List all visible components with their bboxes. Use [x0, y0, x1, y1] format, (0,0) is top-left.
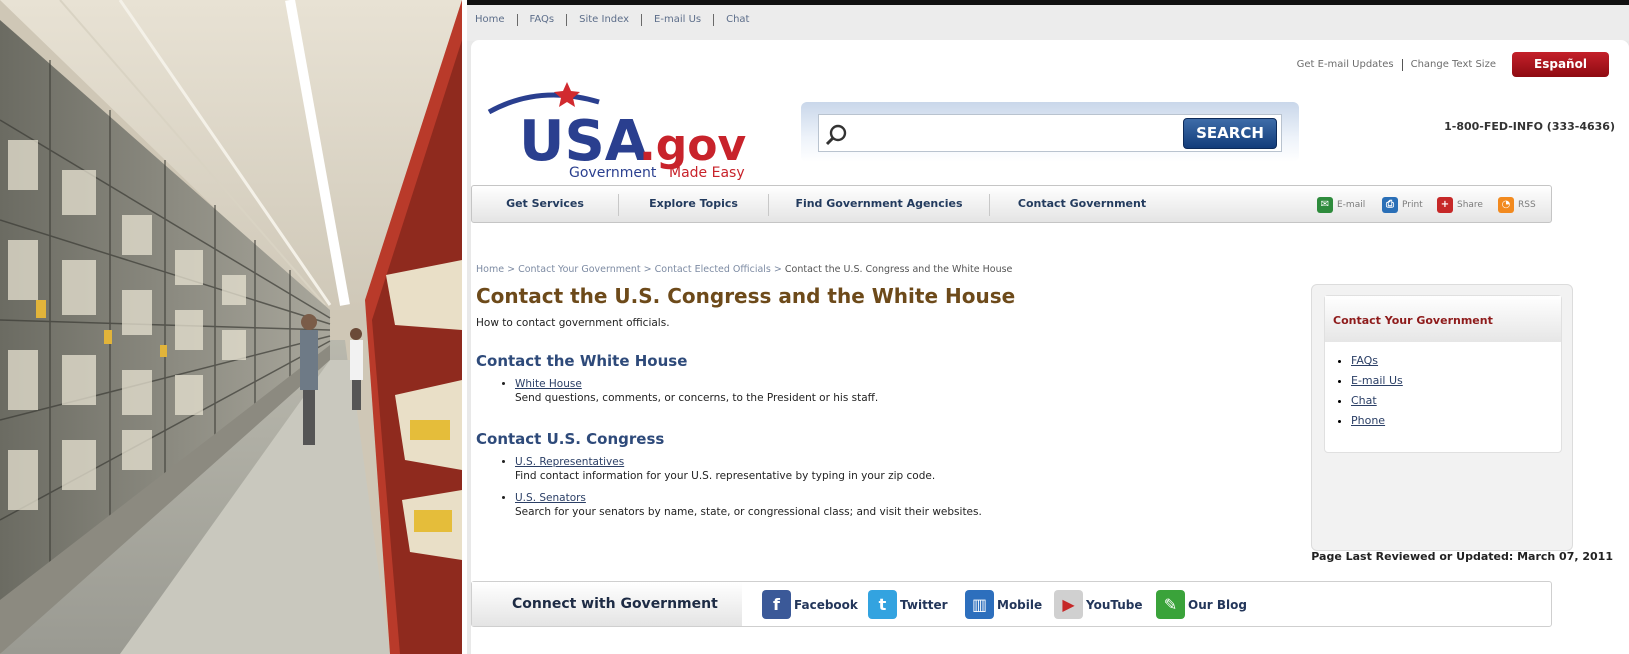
- sidebar-item-email-us: E-mail Us: [1351, 374, 1561, 387]
- senators-link[interactable]: U.S. Senators: [515, 491, 982, 505]
- breadcrumb-separator: >: [773, 264, 785, 275]
- search-button[interactable]: SEARCH: [1183, 118, 1277, 149]
- search-area: SEARCH: [801, 102, 1299, 162]
- social-youtube-label: YouTube: [1086, 597, 1143, 612]
- nav-explore-topics[interactable]: Explore Topics: [619, 186, 768, 222]
- breadcrumb-home[interactable]: Home: [476, 264, 504, 275]
- search-icon: [825, 124, 847, 146]
- connect-title: Connect with Government: [472, 582, 742, 626]
- social-blog[interactable]: ✎ Our Blog: [1156, 590, 1247, 619]
- logo-tagline-made-easy: Made Easy: [669, 165, 745, 180]
- breadcrumb: Home > Contact Your Government > Contact…: [476, 264, 1012, 275]
- list-item: White House Send questions, comments, or…: [515, 377, 878, 405]
- sidebar-link-phone[interactable]: Phone: [1351, 414, 1385, 427]
- senators-description: Search for your senators by name, state,…: [515, 506, 982, 518]
- blog-icon: ✎: [1156, 590, 1185, 619]
- email-updates-link[interactable]: Get E-mail Updates: [1289, 59, 1402, 71]
- sidebar-link-faqs[interactable]: FAQs: [1351, 354, 1378, 367]
- white-house-list: White House Send questions, comments, or…: [501, 377, 878, 413]
- social-youtube[interactable]: ▶ YouTube: [1054, 590, 1143, 619]
- sidebar-title: Contact Your Government: [1325, 296, 1561, 342]
- breadcrumb-contact-your-government[interactable]: Contact Your Government: [518, 264, 641, 275]
- congress-list: U.S. Representatives Find contact inform…: [501, 455, 982, 527]
- share-share-label: Share: [1457, 200, 1483, 210]
- page-subtitle: How to contact government officials.: [476, 317, 670, 329]
- twitter-icon: t: [868, 590, 897, 619]
- white-house-link[interactable]: White House: [515, 377, 878, 391]
- sidebar-item-chat: Chat: [1351, 394, 1561, 407]
- logo-tagline-government: Government: [569, 165, 657, 180]
- list-item: U.S. Senators Search for your senators b…: [515, 491, 982, 519]
- top-link-site-index[interactable]: Site Index: [566, 14, 641, 26]
- social-mobile[interactable]: ▥ Mobile: [965, 590, 1042, 619]
- last-reviewed: Page Last Reviewed or Updated: March 07,…: [1311, 550, 1613, 563]
- search-box: SEARCH: [818, 114, 1282, 152]
- sidebar-box: Contact Your Government FAQs E-mail Us C…: [1324, 295, 1562, 453]
- share-share[interactable]: + Share: [1437, 197, 1483, 213]
- social-facebook[interactable]: f Facebook: [762, 590, 858, 619]
- share-print-label: Print: [1402, 200, 1423, 210]
- top-link-faqs[interactable]: FAQs: [516, 14, 567, 26]
- utility-links: Get E-mail Updates Change Text Size Espa…: [1289, 52, 1609, 77]
- share-email-label: E-mail: [1337, 200, 1366, 210]
- sidebar-item-faqs: FAQs: [1351, 354, 1561, 367]
- social-blog-label: Our Blog: [1188, 597, 1247, 612]
- share-email[interactable]: ✉ E-mail: [1317, 197, 1365, 213]
- white-house-description: Send questions, comments, or concerns, t…: [515, 392, 879, 404]
- phone-number: 1-800-FED-INFO (333-4636): [1444, 120, 1615, 133]
- rss-icon: ◔: [1498, 197, 1514, 213]
- top-nav: Home FAQs Site Index E-mail Us Chat: [467, 5, 1629, 41]
- sidebar-link-email-us[interactable]: E-mail Us: [1351, 374, 1403, 387]
- share-rss-label: RSS: [1518, 200, 1536, 210]
- section-heading-congress: Contact U.S. Congress: [476, 430, 665, 448]
- social-twitter-label: Twitter: [900, 597, 948, 612]
- search-input[interactable]: [855, 120, 1175, 146]
- social-mobile-label: Mobile: [997, 597, 1043, 612]
- sidebar-link-chat[interactable]: Chat: [1351, 394, 1377, 407]
- nav-contact-government[interactable]: Contact Government: [990, 186, 1174, 222]
- share-icon: +: [1437, 197, 1453, 213]
- logo-gov-text: .gov: [639, 120, 746, 171]
- nav-find-agencies[interactable]: Find Government Agencies: [769, 186, 989, 222]
- email-icon: ✉: [1317, 197, 1333, 213]
- representatives-link[interactable]: U.S. Representatives: [515, 455, 982, 469]
- nav-get-services[interactable]: Get Services: [472, 186, 618, 222]
- espanol-button[interactable]: Español: [1512, 52, 1609, 77]
- list-item: U.S. Representatives Find contact inform…: [515, 455, 982, 483]
- sidebar-item-phone: Phone: [1351, 414, 1561, 427]
- print-icon: ⎙: [1382, 197, 1398, 213]
- top-link-email-us[interactable]: E-mail Us: [641, 14, 713, 26]
- top-link-chat[interactable]: Chat: [713, 14, 761, 26]
- sidebar: Contact Your Government FAQs E-mail Us C…: [1311, 284, 1573, 551]
- usagov-logo[interactable]: USA .gov Government Made Easy: [479, 72, 789, 181]
- usagov-page: Home FAQs Site Index E-mail Us Chat Get …: [467, 0, 1629, 654]
- text-size-link[interactable]: Change Text Size: [1401, 58, 1504, 71]
- section-heading-white-house: Contact the White House: [476, 352, 688, 370]
- representatives-description: Find contact information for your U.S. r…: [515, 470, 936, 482]
- mail-facility-photo: [0, 0, 462, 654]
- mobile-icon: ▥: [965, 590, 994, 619]
- connect-bar: Connect with Government f Facebook t Twi…: [471, 581, 1552, 627]
- share-print[interactable]: ⎙ Print: [1382, 197, 1423, 213]
- breadcrumb-separator: >: [643, 264, 655, 275]
- breadcrumb-current: Contact the U.S. Congress and the White …: [784, 264, 1013, 275]
- share-rss[interactable]: ◔ RSS: [1498, 197, 1536, 213]
- page-content: Get E-mail Updates Change Text Size Espa…: [471, 40, 1629, 654]
- sidebar-links: FAQs E-mail Us Chat Phone: [1351, 354, 1561, 427]
- social-facebook-label: Facebook: [794, 597, 858, 612]
- page-title: Contact the U.S. Congress and the White …: [476, 284, 1016, 308]
- youtube-icon: ▶: [1054, 590, 1083, 619]
- breadcrumb-separator: >: [507, 264, 519, 275]
- facebook-icon: f: [762, 590, 791, 619]
- breadcrumb-contact-elected-officials[interactable]: Contact Elected Officials: [655, 264, 771, 275]
- top-link-home[interactable]: Home: [471, 14, 517, 26]
- social-twitter[interactable]: t Twitter: [868, 590, 948, 619]
- main-nav: Get Services Explore Topics Find Governm…: [471, 185, 1552, 223]
